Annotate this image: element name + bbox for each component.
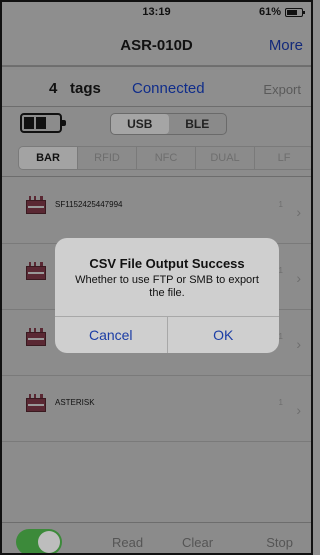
continuous-read-toggle[interactable] bbox=[16, 529, 62, 553]
clear-button[interactable]: Clear bbox=[182, 535, 213, 550]
list-item[interactable]: SF1152425447994 1 › bbox=[2, 178, 311, 244]
dialog-buttons: Cancel OK bbox=[55, 316, 279, 353]
tag-read-count: 1 bbox=[278, 398, 283, 407]
page-title: ASR-010D bbox=[120, 37, 193, 54]
dialog-message: Whether to use FTP or SMB to export the … bbox=[75, 274, 259, 299]
read-button[interactable]: Read bbox=[112, 535, 143, 550]
tag-icon bbox=[26, 394, 46, 412]
tag-label: SF1152425447994 bbox=[55, 200, 123, 209]
ok-button[interactable]: OK bbox=[168, 317, 280, 353]
tag-read-count: 1 bbox=[278, 266, 283, 275]
connection-row: USB BLE bbox=[2, 110, 311, 140]
tag-count: 4 bbox=[49, 80, 58, 97]
mode-dual[interactable]: DUAL bbox=[196, 147, 255, 169]
tag-read-count: 1 bbox=[278, 200, 283, 209]
segment-usb[interactable]: USB bbox=[111, 114, 169, 134]
mode-rfid[interactable]: RFID bbox=[78, 147, 137, 169]
export-success-dialog: CSV File Output Success Whether to use F… bbox=[55, 238, 279, 353]
status-battery-icon bbox=[285, 8, 305, 17]
bottom-toolbar: Read Clear Stop bbox=[2, 522, 311, 553]
mode-segment[interactable]: BAR RFID NFC DUAL LF bbox=[18, 146, 311, 170]
export-button[interactable]: Export bbox=[263, 82, 301, 97]
mode-nfc[interactable]: NFC bbox=[137, 147, 196, 169]
connection-type-segment[interactable]: USB BLE bbox=[110, 113, 227, 135]
toggle-knob bbox=[38, 531, 60, 553]
stop-button[interactable]: Stop bbox=[266, 535, 293, 550]
app-screen: 13:19 61% ASR-010D More 4 tags Connected… bbox=[0, 0, 313, 555]
battery-icon bbox=[20, 113, 66, 133]
tag-icon bbox=[26, 328, 46, 346]
mode-lf[interactable]: LF bbox=[255, 147, 311, 169]
tag-label: ASTERISK bbox=[55, 398, 95, 407]
tag-icon bbox=[26, 262, 46, 280]
connection-status: Connected bbox=[132, 80, 205, 97]
divider bbox=[2, 66, 311, 67]
chevron-right-icon: › bbox=[296, 270, 301, 286]
more-button[interactable]: More bbox=[269, 37, 303, 54]
tag-read-count: 1 bbox=[278, 332, 283, 341]
mode-bar[interactable]: BAR bbox=[19, 147, 78, 169]
list-item[interactable]: ASTERISK 1 › bbox=[2, 376, 311, 442]
nav-bar: ASR-010D More bbox=[2, 24, 311, 66]
tag-icon bbox=[26, 196, 46, 214]
tags-label: tags bbox=[70, 80, 101, 97]
chevron-right-icon: › bbox=[296, 402, 301, 418]
status-bar: 13:19 61% bbox=[2, 2, 311, 24]
cancel-button[interactable]: Cancel bbox=[55, 317, 168, 353]
tag-info-bar: 4 tags Connected Export bbox=[2, 70, 311, 106]
chevron-right-icon: › bbox=[296, 336, 301, 352]
divider bbox=[2, 176, 311, 177]
chevron-right-icon: › bbox=[296, 204, 301, 220]
status-battery-percent: 61% bbox=[258, 6, 281, 18]
divider bbox=[2, 106, 311, 107]
segment-ble[interactable]: BLE bbox=[169, 114, 227, 134]
dialog-title: CSV File Output Success bbox=[89, 256, 245, 271]
